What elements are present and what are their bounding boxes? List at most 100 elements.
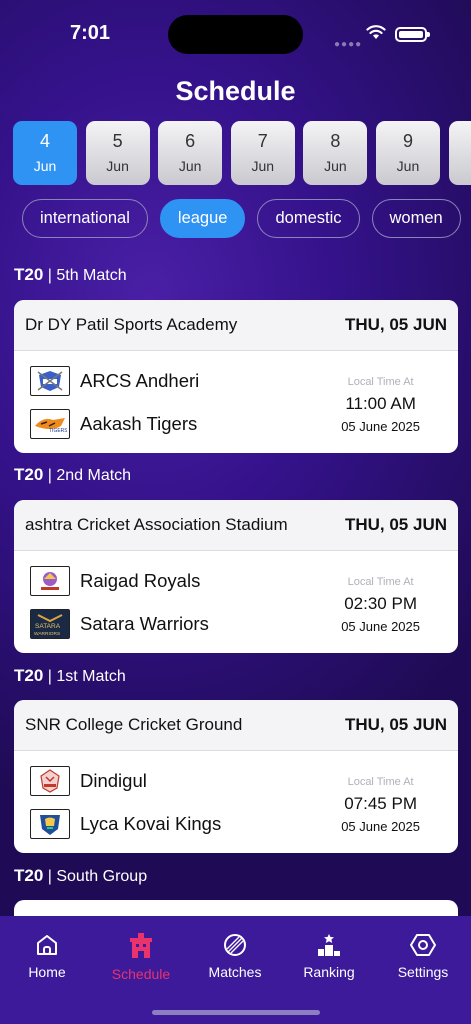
local-time-label: Local Time At xyxy=(347,576,414,588)
match-section-header: T20 | 5th Match xyxy=(14,265,127,285)
date-month: Jun xyxy=(396,158,420,174)
match-time-value: 11:00 AM xyxy=(345,394,416,413)
tab-label: Home xyxy=(28,964,66,980)
date-month: Jun xyxy=(178,158,202,174)
match-time-value: 07:45 PM xyxy=(344,794,417,813)
match-stage: 1st Match xyxy=(56,668,126,685)
match-format: T20 xyxy=(14,465,44,484)
match-date-label: THU, 05 JUN xyxy=(344,715,447,734)
filter-league[interactable]: league xyxy=(159,199,246,238)
date-month: Jun xyxy=(324,158,347,174)
match-date-label: THU, 05 JUN xyxy=(344,515,447,534)
podium-icon xyxy=(318,934,340,956)
date-day: 7 xyxy=(257,131,268,151)
venue-name: ashtra Cricket Association Stadium xyxy=(25,515,288,534)
match-date-label: THU, 05 JUN xyxy=(344,315,447,334)
team-row: TIGERS Aakash Tigers xyxy=(30,409,197,439)
match-card-header: Dr DY Patil Sports Academy THU, 05 JUN xyxy=(14,300,458,351)
separator: | xyxy=(47,267,52,284)
match-date-value: 05 June 2025 xyxy=(341,819,420,834)
date-day: 5 xyxy=(112,131,123,151)
team-logo xyxy=(30,366,70,396)
team-name: Dindigul xyxy=(80,770,147,791)
svg-text:WARRIORS: WARRIORS xyxy=(34,631,60,637)
stadium-icon xyxy=(130,933,152,958)
date-day: 9 xyxy=(402,131,413,151)
tab-ranking[interactable]: Ranking xyxy=(282,932,376,980)
match-date-value: 05 June 2025 xyxy=(341,419,420,434)
team-name: Raigad Royals xyxy=(80,570,201,591)
home-icon xyxy=(37,935,57,955)
tab-matches[interactable]: Matches xyxy=(188,932,282,980)
match-card-header: ashtra Cricket Association Stadium THU, … xyxy=(14,500,458,551)
date-month: Jun xyxy=(33,158,57,174)
tab-label: Matches xyxy=(208,964,262,980)
tab-settings[interactable]: Settings xyxy=(376,932,470,980)
date-item-5[interactable]: 5 Jun xyxy=(85,121,150,185)
filter-domestic[interactable]: domestic xyxy=(257,199,360,238)
team-row: Lyca Kovai Kings xyxy=(30,809,221,839)
match-section-header: T20 | 2nd Match xyxy=(14,465,131,485)
date-item-7[interactable]: 7 Jun xyxy=(230,121,295,185)
page-title: Schedule xyxy=(175,76,296,106)
signal-icon: ●●●● xyxy=(334,39,363,50)
date-item-4[interactable]: 4 Jun xyxy=(13,121,77,185)
team-logo xyxy=(30,766,70,796)
match-time-value: 02:30 PM xyxy=(344,594,417,613)
match-time: Local Time At 02:30 PM 05 June 2025 xyxy=(341,576,420,634)
tab-label: Ranking xyxy=(303,964,355,980)
team-name: Aakash Tigers xyxy=(80,413,198,434)
local-time-label: Local Time At xyxy=(347,776,414,788)
team-name: ARCS Andheri xyxy=(80,370,200,391)
match-card[interactable]: Dr DY Patil Sports Academy THU, 05 JUN A… xyxy=(14,300,458,453)
date-month: Jun xyxy=(106,158,129,174)
team-name: Satara Warriors xyxy=(80,613,209,634)
settings-icon xyxy=(410,934,436,956)
match-date-value: 05 June 2025 xyxy=(341,619,420,634)
filter-international[interactable]: international xyxy=(22,199,148,238)
team-row: Dindigul xyxy=(30,766,147,796)
match-time: Local Time At 11:00 AM 05 June 2025 xyxy=(341,376,420,434)
status-time: 7:01 xyxy=(70,22,111,44)
match-format: T20 xyxy=(14,866,44,885)
home-indicator[interactable] xyxy=(152,1010,320,1015)
match-card[interactable]: SNR College Cricket Ground THU, 05 JUN D… xyxy=(14,700,458,853)
match-card[interactable]: ashtra Cricket Association Stadium THU, … xyxy=(14,500,458,653)
venue-name: Dr DY Patil Sports Academy xyxy=(25,315,238,334)
dynamic-island xyxy=(168,15,303,54)
date-selector: 4 Jun 5 Jun 6 Jun 7 Jun 8 Jun 9 Jun xyxy=(13,121,471,187)
venue-name: SNR College Cricket Ground xyxy=(25,715,243,734)
date-item-next[interactable] xyxy=(448,121,471,185)
svg-text:SATARA: SATARA xyxy=(35,623,61,630)
date-month: Jun xyxy=(251,158,275,174)
team-logo xyxy=(30,566,70,596)
match-section-header: T20 | 1st Match xyxy=(14,666,126,686)
match-stage: South Group xyxy=(56,868,148,885)
team-row: ARCS Andheri xyxy=(30,366,199,396)
team-row: Raigad Royals xyxy=(30,566,200,596)
separator: | xyxy=(47,668,52,685)
team-logo: SATARA WARRIORS xyxy=(30,609,70,639)
date-item-8[interactable]: 8 Jun xyxy=(303,121,368,185)
tab-home[interactable]: Home xyxy=(0,932,94,980)
svg-text:TIGERS: TIGERS xyxy=(49,428,67,434)
separator: | xyxy=(47,467,52,484)
match-stage: 2nd Match xyxy=(56,467,132,484)
team-logo: TIGERS xyxy=(30,409,70,439)
team-name: Lyca Kovai Kings xyxy=(80,813,222,834)
separator: | xyxy=(47,868,52,885)
date-day: 6 xyxy=(185,131,196,151)
cricket-ball-icon xyxy=(224,934,246,956)
date-item-6[interactable]: 6 Jun xyxy=(158,121,223,185)
tab-schedule[interactable]: Schedule xyxy=(94,932,188,982)
local-time-label: Local Time At xyxy=(347,376,414,388)
match-format: T20 xyxy=(14,265,44,284)
filter-women[interactable]: women xyxy=(371,199,461,238)
category-filters: international league domestic women xyxy=(22,199,471,239)
team-row: SATARA WARRIORS Satara Warriors xyxy=(30,609,209,639)
tab-label: Settings xyxy=(397,964,449,980)
status-bar: 7:01 ●●●● xyxy=(0,0,471,70)
date-item-9[interactable]: 9 Jun xyxy=(375,121,440,185)
match-card-header: SNR College Cricket Ground THU, 05 JUN xyxy=(14,700,458,751)
wifi-icon xyxy=(366,25,386,39)
